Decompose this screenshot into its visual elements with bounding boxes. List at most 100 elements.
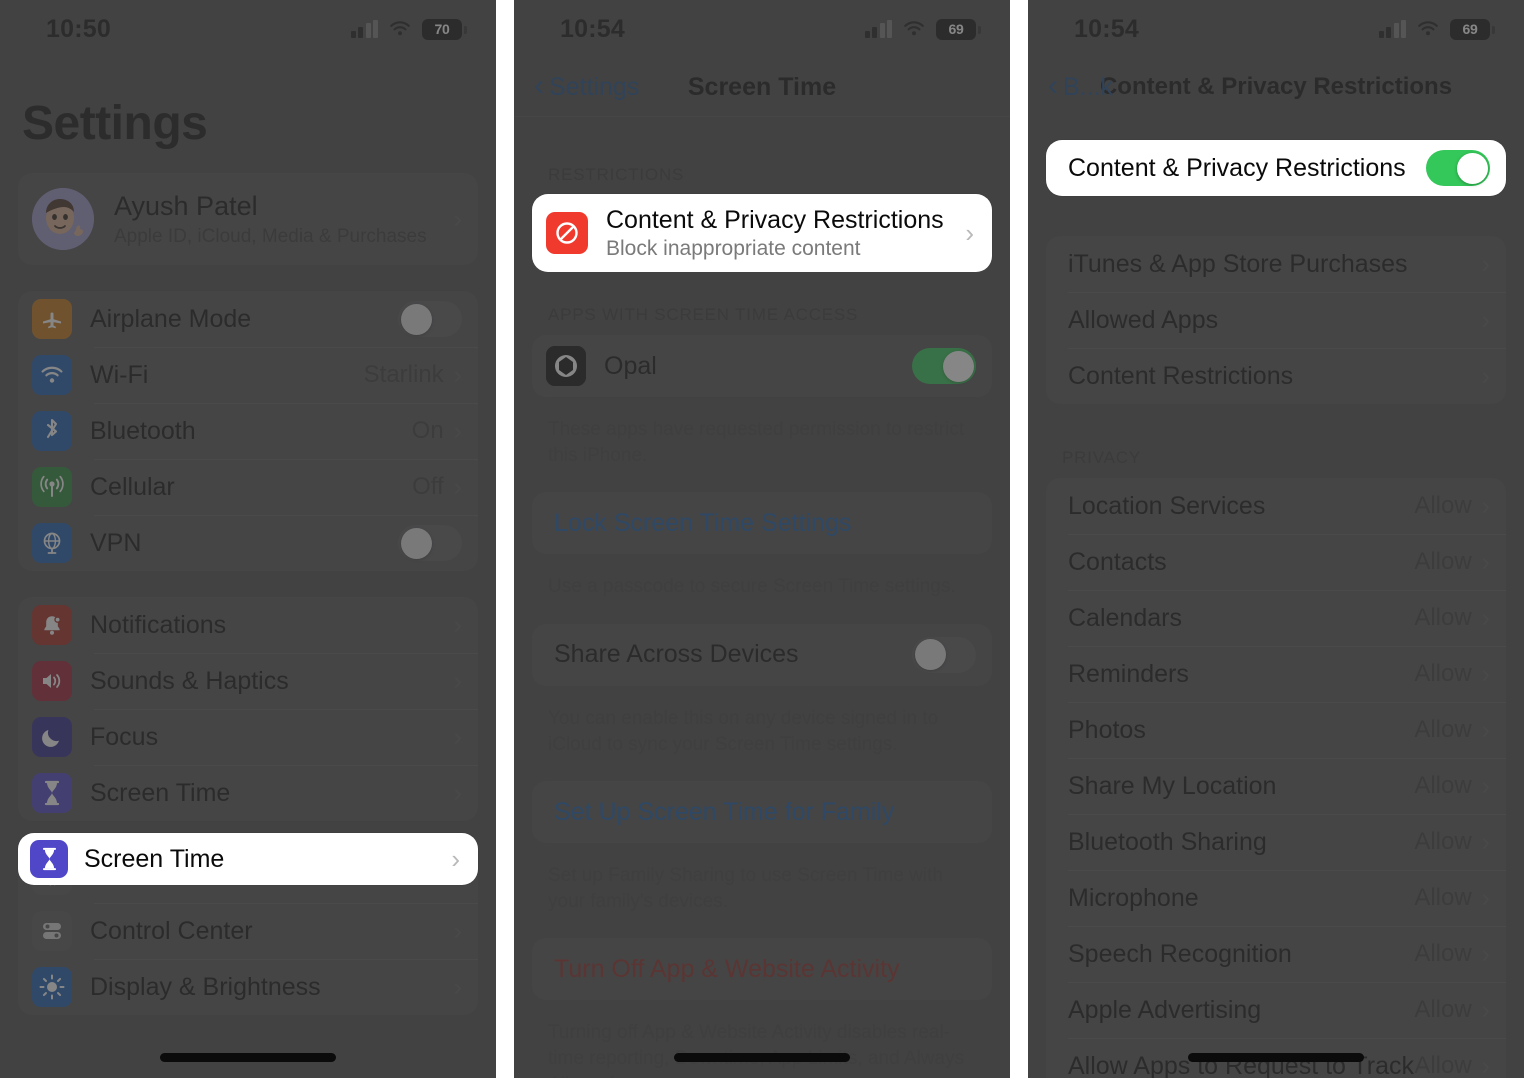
chevron-right-icon: › [453,666,462,695]
back-button[interactable]: ‹ Settings [534,71,639,102]
row-microphone[interactable]: Microphone Allow › [1046,870,1506,926]
settings-row-screen-time[interactable]: Screen Time › [18,765,478,821]
account-name: Ayush Patel [114,190,258,221]
status-time: 10:54 [1074,14,1139,43]
row-label: Share Across Devices [554,640,799,669]
lock-screen-time-link: Lock Screen Time Settings [554,508,852,537]
chevron-right-icon: › [1481,995,1490,1024]
highlight-sublabel: Block inappropriate content [606,236,861,260]
row-apple-advertising[interactable]: Apple Advertising Allow › [1046,982,1506,1038]
row-label: Bluetooth [90,416,196,445]
apple-id-row[interactable]: Ayush Patel Apple ID, iCloud, Media & Pu… [18,173,478,265]
moon-icon [32,717,72,757]
setup-family-row[interactable]: Set Up Screen Time for Family [532,781,992,843]
settings-row-notifications[interactable]: Notifications › [18,597,478,653]
settings-row-focus[interactable]: Focus › [18,709,478,765]
lock-screen-time-row[interactable]: Lock Screen Time Settings [532,492,992,554]
cellular-signal-icon [1378,19,1406,38]
opal-toggle[interactable] [912,348,976,384]
settings-row-wifi[interactable]: Wi-Fi Starlink › [18,347,478,403]
account-group: Ayush Patel Apple ID, iCloud, Media & Pu… [18,173,478,265]
row-label: Screen Time [90,778,231,807]
row-calendars[interactable]: Calendars Allow › [1046,590,1506,646]
chevron-right-icon: › [1481,603,1490,632]
row-photos[interactable]: Photos Allow › [1046,702,1506,758]
row-location-services[interactable]: Location Services Allow › [1046,478,1506,534]
row-label: Microphone [1068,883,1199,912]
row-label: Cellular [90,472,175,501]
settings-row-vpn[interactable]: VPN [18,515,478,571]
row-reminders[interactable]: Reminders Allow › [1046,646,1506,702]
panel-content-privacy: 10:54 69 ‹ B...k Content & Privacy Restr… [1028,0,1524,1078]
speaker-icon [32,661,72,701]
row-allowed-apps[interactable]: Allowed Apps › [1046,292,1506,348]
status-time: 10:54 [560,14,625,43]
share-across-devices-row[interactable]: Share Across Devices [532,624,992,686]
settings-row-control-center[interactable]: Control Center › [18,903,478,959]
chevron-right-icon: › [453,972,462,1001]
chevron-right-icon: › [1481,883,1490,912]
settings-row-bluetooth[interactable]: Bluetooth On › [18,403,478,459]
chevron-right-icon: › [1481,715,1490,744]
row-label: VPN [90,528,142,557]
share-across-devices-toggle[interactable] [912,636,976,673]
apps-footer: These apps have requested permission to … [548,419,965,466]
highlight-content-privacy-toggle[interactable]: Content & Privacy Restrictions [1046,140,1506,196]
back-button[interactable]: ‹ B...k [1048,71,1114,102]
status-bar: 10:54 69 [1028,0,1524,58]
battery-level: 70 [434,21,450,37]
back-label: B...k [1063,72,1114,101]
lock-settings-group: Lock Screen Time Settings [532,492,992,555]
hourglass-icon [30,840,68,878]
row-label: Control Center [90,916,253,945]
row-share-my-location[interactable]: Share My Location Allow › [1046,758,1506,814]
row-content-restrictions[interactable]: Content Restrictions › [1046,348,1506,404]
chevron-right-icon: › [1481,659,1490,688]
status-bar: 10:54 69 [514,0,1010,58]
highlight-content-privacy-restrictions[interactable]: Content & Privacy Restrictions Block ina… [532,194,992,272]
chevron-right-icon: › [453,916,462,945]
chevron-right-icon: › [1481,249,1490,278]
row-value: Allow [1414,996,1472,1023]
privacy-group: Location Services Allow › Contacts Allow… [1046,478,1506,1078]
connectivity-group: Airplane Mode Wi-Fi Starlink › Bluetooth [18,291,478,571]
apps-group: Opal [532,335,992,397]
battery-icon: 69 [1450,18,1495,40]
three-panel-screenshot: 10:50 70 Settings Ayush Patel Apple ID, … [0,0,1524,1078]
highlight-label: Screen Time [84,844,225,873]
chevron-right-icon: › [1481,771,1490,800]
highlight-screen-time[interactable]: Screen Time › [18,833,478,885]
share-footer: You can enable this on any device signed… [548,707,939,755]
settings-row-display-brightness[interactable]: Display & Brightness › [18,959,478,1015]
alerts-group: Notifications › Sounds & Haptics › Focus… [18,597,478,821]
app-row-opal[interactable]: Opal [532,335,992,397]
row-value: Allow [1414,940,1472,967]
row-label: Photos [1068,715,1146,744]
row-value: Allow [1414,660,1472,687]
home-indicator [674,1053,850,1062]
airplane-icon [32,299,72,339]
bell-icon [32,605,72,645]
row-label: Airplane Mode [90,304,252,333]
content-privacy-master-toggle[interactable] [1426,150,1490,186]
row-label: Focus [90,722,159,751]
airplane-mode-toggle[interactable] [398,301,462,337]
vpn-toggle[interactable] [398,525,462,561]
turn-off-activity-row[interactable]: Turn Off App & Website Activity [532,938,992,1000]
row-itunes-app-store-purchases[interactable]: iTunes & App Store Purchases › [1046,236,1506,292]
battery-level: 69 [948,21,964,37]
chevron-right-icon: › [1481,547,1490,576]
row-value: Allow [1414,772,1472,799]
row-label: Notifications [90,610,227,639]
row-contacts[interactable]: Contacts Allow › [1046,534,1506,590]
row-speech-recognition[interactable]: Speech Recognition Allow › [1046,926,1506,982]
row-bluetooth-sharing[interactable]: Bluetooth Sharing Allow › [1046,814,1506,870]
settings-row-airplane-mode[interactable]: Airplane Mode [18,291,478,347]
nav-bar: ‹ Settings Screen Time [514,58,1010,116]
settings-row-cellular[interactable]: Cellular Off › [18,459,478,515]
row-label: Contacts [1068,547,1167,576]
chevron-right-icon: › [453,204,462,233]
hourglass-icon [32,773,72,813]
lock-footer: Use a passcode to secure Screen Time set… [548,576,956,598]
settings-row-sounds-haptics[interactable]: Sounds & Haptics › [18,653,478,709]
